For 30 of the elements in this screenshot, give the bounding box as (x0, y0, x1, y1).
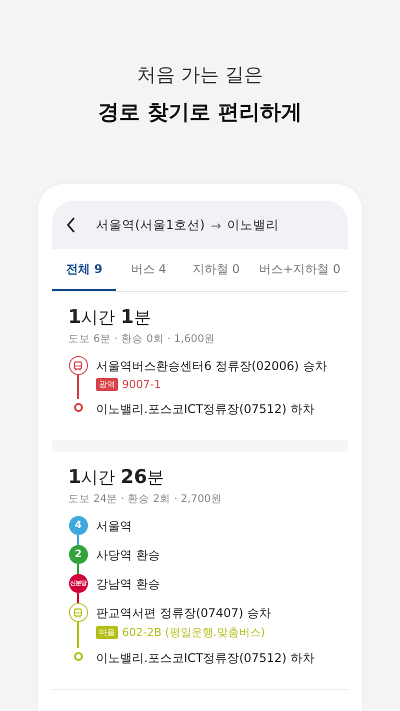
headline-subtitle: 처음 가는 길은 (136, 63, 264, 88)
stop-name: 서울역 (96, 518, 132, 535)
line-badge: 4 (68, 516, 88, 535)
headline-title: 경로 찾기로 편리하게 (98, 99, 302, 126)
route-duration: 1시간 1분 (68, 306, 152, 329)
filter-tab[interactable]: 전체 9 (52, 249, 116, 291)
bus-icon (73, 608, 83, 618)
filter-tab[interactable]: 버스 4 (116, 249, 181, 291)
bus-number: 9007-1 (122, 378, 161, 391)
stop-name: 이노밸리.포스코ICT정류장(07512) 하차 (96, 401, 314, 418)
bus-type-tag: 광역 (96, 378, 118, 391)
bus-type-tag: 마을 (96, 626, 118, 639)
route-summary: 도보 24분 · 환승 2회 · 2,700원 (68, 492, 223, 506)
line-badge: 2 (68, 545, 88, 564)
destination-text: 이노밸리 (227, 216, 280, 234)
stop-name: 이노밸리.포스코ICT정류장(07512) 하차 (96, 650, 314, 667)
filter-tab[interactable]: 지하철 0 (180, 249, 252, 291)
stop-name: 판교역서편 정류장(07407) 승차 (96, 605, 272, 622)
bus-icon (73, 360, 83, 370)
filter-tab[interactable]: 버스+지하철 0 (251, 249, 348, 291)
origin-text: 서울역(서울1호선) (96, 216, 205, 234)
stop-name: 서울역버스환승센터6 정류장(02006) 승차 (96, 358, 327, 375)
route-summary: 도보 6분 · 환승 0회 · 1,600원 (68, 332, 216, 346)
back-icon[interactable] (66, 217, 76, 233)
route-card[interactable]: 1시간 1분 도보 6분 · 환승 0회 · 1,600원 서울역버스환승센터6 정류장(02006) 승차 광역 9007-1 이노밸리.포스코ICT정류장(07512) 하차 (52, 292, 348, 452)
arrow-text: → (210, 218, 222, 232)
stop-name: 강남역 환승 (96, 576, 160, 593)
stop-name: 사당역 환승 (96, 547, 160, 564)
route-duration: 1시간 26분 (68, 466, 166, 489)
bus-number: 602-2B (평일운행.맞춤버스) (122, 625, 266, 640)
